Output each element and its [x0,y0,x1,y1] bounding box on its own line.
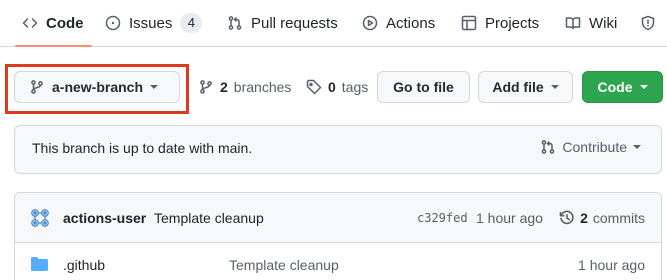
branches-link[interactable]: 2 branches [198,71,291,103]
tags-label: tags [341,79,369,95]
git-branch-icon [31,80,43,94]
tab-code[interactable]: Code [15,0,91,47]
repo-nav: Code Issues 4 Pull requests Actions Proj… [0,0,667,47]
chevron-down-icon [639,85,648,89]
tab-issues-label: Issues [129,14,173,32]
branch-select-button[interactable]: a-new-branch [14,71,180,103]
branches-label: branches [233,79,292,95]
tab-projects[interactable]: Projects [461,0,539,46]
tab-code-label: Code [46,14,84,32]
add-file-label: Add file [492,79,544,95]
branch-name: a-new-branch [52,79,144,95]
code-icon [22,18,38,28]
file-row[interactable]: .github Template cleanup 1 hour ago [15,244,661,280]
issues-counter: 4 [180,13,203,33]
avatar[interactable] [28,206,52,230]
table-icon [461,15,477,31]
tags-link[interactable]: 0 tags [306,71,368,103]
go-to-file-label: Go to file [393,79,454,95]
code-dropdown-button[interactable]: Code [582,71,663,103]
commits-history-link[interactable]: 2 commits [559,210,645,226]
contribute-button[interactable]: Contribute [540,139,641,155]
file-name[interactable]: .github [63,257,105,273]
folder-icon [31,257,48,271]
tab-wiki-label: Wiki [589,14,618,32]
file-commit-time: 1 hour ago [578,257,645,273]
go-to-file-button[interactable]: Go to file [377,71,470,103]
chevron-down-icon [150,85,159,89]
pull-request-icon [228,16,242,30]
git-branch-icon [200,80,212,94]
tag-icon [306,79,322,95]
tab-security[interactable] [640,0,656,46]
chevron-down-icon [633,145,641,149]
tab-issues[interactable]: Issues 4 [105,0,203,46]
file-listing: actions-user Template cleanup c329fed 1 … [14,192,662,280]
commits-label: commits [592,210,645,226]
contribute-label: Contribute [562,139,627,155]
issue-icon [105,15,121,31]
tags-count: 0 [328,79,336,95]
commit-time: 1 hour ago [476,210,543,226]
commit-author[interactable]: actions-user [63,210,146,226]
shield-icon [641,15,655,31]
pull-request-icon [542,140,555,154]
branch-status-text: This branch is up to date with main. [32,140,253,156]
file-commit-message[interactable]: Template cleanup [229,257,339,273]
tab-wiki[interactable]: Wiki [565,0,617,46]
branch-status-banner: This branch is up to date with main. Con… [14,125,662,174]
commit-message[interactable]: Template cleanup [154,210,264,226]
tab-pull-requests[interactable]: Pull requests [227,0,338,46]
commit-sha[interactable]: c329fed [417,211,468,225]
latest-commit-bar: actions-user Template cleanup c329fed 1 … [15,193,661,243]
branches-count: 2 [220,79,228,95]
chevron-down-icon [550,85,559,89]
tab-pull-requests-label: Pull requests [251,14,338,32]
play-icon [362,15,378,31]
tab-projects-label: Projects [485,14,540,32]
add-file-button[interactable]: Add file [478,71,573,103]
code-button-label: Code [597,79,633,95]
commits-count: 2 [580,210,588,226]
tab-actions[interactable]: Actions [362,0,435,46]
tab-actions-label: Actions [386,14,436,32]
book-icon [565,17,581,30]
history-icon [559,210,574,225]
